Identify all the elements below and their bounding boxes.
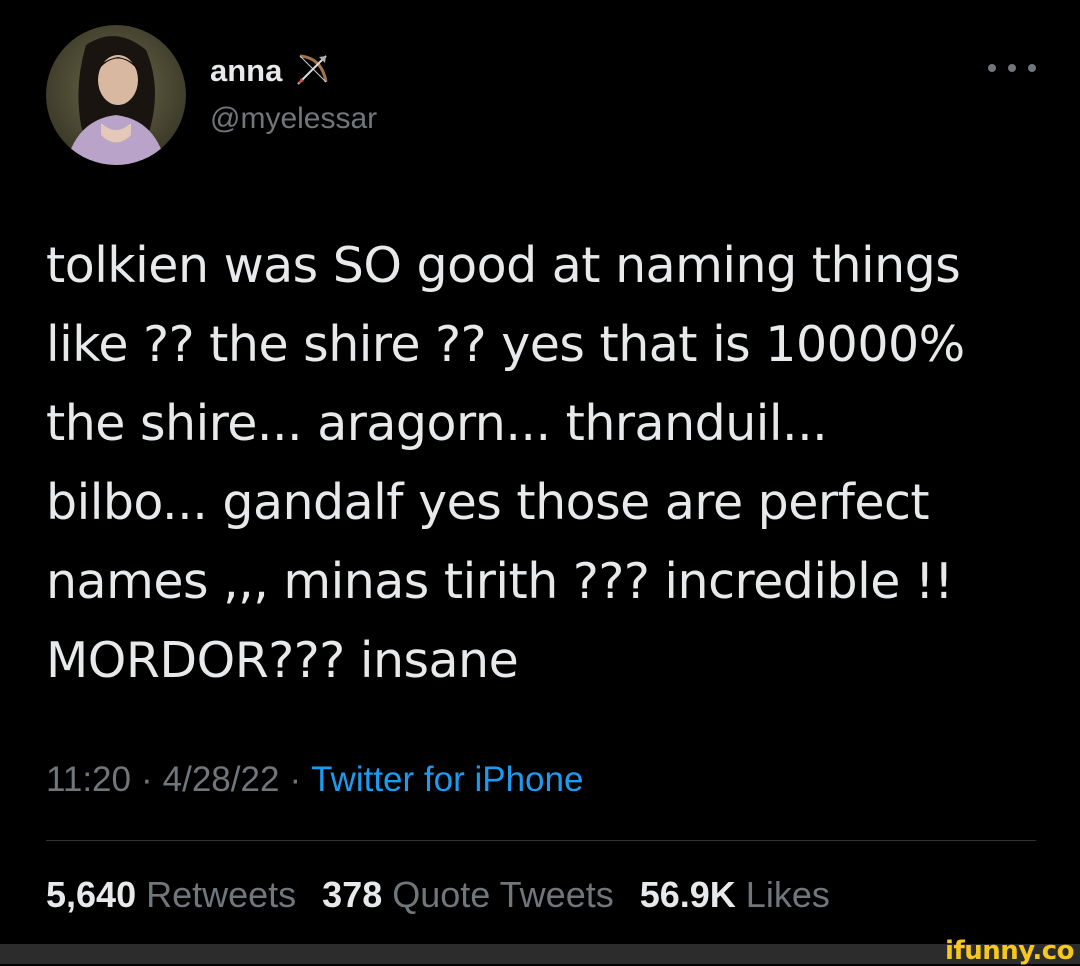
tweet-card: anna @myelessar tolkien was SO good at n… xyxy=(0,0,1080,944)
quote-tweets-count: 378 xyxy=(322,874,383,915)
likes-label: Likes xyxy=(745,874,830,915)
display-name: anna xyxy=(210,52,283,88)
likes-stat[interactable]: 56.9K Likes xyxy=(640,874,830,916)
tweet-text-line: the shire... aragorn... thranduil... xyxy=(46,395,828,452)
tweet-text-line: tolkien was SO good at naming things xyxy=(46,237,961,294)
bow-and-arrow-icon xyxy=(292,50,332,90)
more-dot xyxy=(1028,64,1036,72)
avatar-image xyxy=(46,25,186,165)
tweet-text: tolkien was SO good at naming things lik… xyxy=(46,226,1056,700)
tweet-time[interactable]: 11:20 xyxy=(46,760,131,799)
more-dot xyxy=(988,64,996,72)
tweet-date[interactable]: 4/28/22 xyxy=(163,760,280,799)
divider xyxy=(46,840,1036,841)
user-name-row[interactable]: anna xyxy=(210,50,332,90)
watermark-logo: ifunny.co xyxy=(945,936,1074,966)
meta-separator: · xyxy=(289,760,302,799)
quote-tweets-stat[interactable]: 378 Quote Tweets xyxy=(322,874,614,916)
user-handle[interactable]: @myelessar xyxy=(210,102,377,136)
tweet-source-link[interactable]: Twitter for iPhone xyxy=(311,760,583,799)
likes-count: 56.9K xyxy=(639,874,736,915)
tweet-meta: 11:20 · 4/28/22 · Twitter for iPhone xyxy=(46,760,583,800)
tweet-text-line: MORDOR??? insane xyxy=(46,632,519,689)
footer-bar xyxy=(0,944,1080,964)
tweet-text-line: bilbo... gandalf yes those are perfect xyxy=(46,474,930,531)
more-options-icon[interactable] xyxy=(988,56,1036,80)
meta-separator: · xyxy=(141,760,153,799)
tweet-text-line: names ,,, minas tirith ??? incredible !! xyxy=(46,553,954,610)
tweet-text-line: like ?? the shire ?? yes that is 10000% xyxy=(46,316,965,373)
retweets-label: Retweets xyxy=(146,874,297,915)
avatar[interactable] xyxy=(46,25,186,165)
retweets-count: 5,640 xyxy=(46,874,137,915)
more-dot xyxy=(1008,64,1016,72)
tweet-stats: 5,640 Retweets 378 Quote Tweets 56.9K Likes xyxy=(46,874,830,916)
quote-tweets-label: Quote Tweets xyxy=(392,874,614,915)
retweets-stat[interactable]: 5,640 Retweets xyxy=(46,874,296,916)
